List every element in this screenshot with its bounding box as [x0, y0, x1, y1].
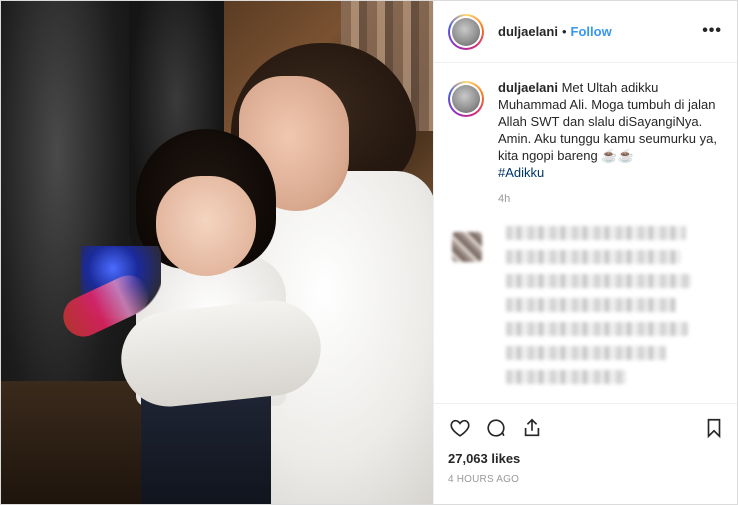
comment-icon[interactable] — [484, 416, 508, 440]
heart-icon[interactable] — [448, 416, 472, 440]
post-actions: 27,063 likes 4 HOURS AGO — [434, 403, 737, 504]
avatar-image — [452, 85, 480, 113]
caption-username[interactable]: duljaelani — [498, 80, 558, 95]
post-header: duljaelani • Follow ••• — [434, 1, 737, 63]
separator-dot: • — [561, 24, 567, 39]
post-timestamp[interactable]: 4 HOURS AGO — [448, 474, 726, 485]
caption-comment: duljaelani Met Ultah adikku Muhammad Ali… — [448, 79, 726, 208]
bookmark-icon[interactable] — [702, 416, 726, 440]
blurred-comment — [448, 226, 726, 403]
username-link[interactable]: duljaelani — [498, 24, 558, 39]
instagram-post: duljaelani • Follow ••• duljaelani Met U… — [0, 0, 738, 505]
follow-button[interactable]: Follow — [571, 24, 612, 39]
action-icons — [448, 414, 726, 442]
blurred-text — [506, 226, 696, 394]
caption-avatar[interactable] — [448, 81, 484, 117]
avatar-image — [452, 17, 480, 46]
photo-girl-pants — [141, 396, 271, 504]
more-horizontal-icon[interactable]: ••• — [702, 23, 722, 39]
share-icon[interactable] — [520, 416, 544, 440]
photo-girl-face — [156, 176, 256, 276]
caption-hashtag[interactable]: #Adikku — [498, 164, 718, 181]
blurred-avatar — [452, 232, 482, 262]
post-photo[interactable] — [1, 1, 433, 504]
avatar[interactable] — [448, 13, 484, 50]
likes-count[interactable]: 27,063 likes — [448, 451, 726, 466]
caption-time[interactable]: 4h — [498, 191, 718, 208]
post-sidebar: duljaelani • Follow ••• duljaelani Met U… — [433, 1, 737, 504]
comments-section[interactable]: duljaelani Met Ultah adikku Muhammad Ali… — [434, 63, 737, 403]
